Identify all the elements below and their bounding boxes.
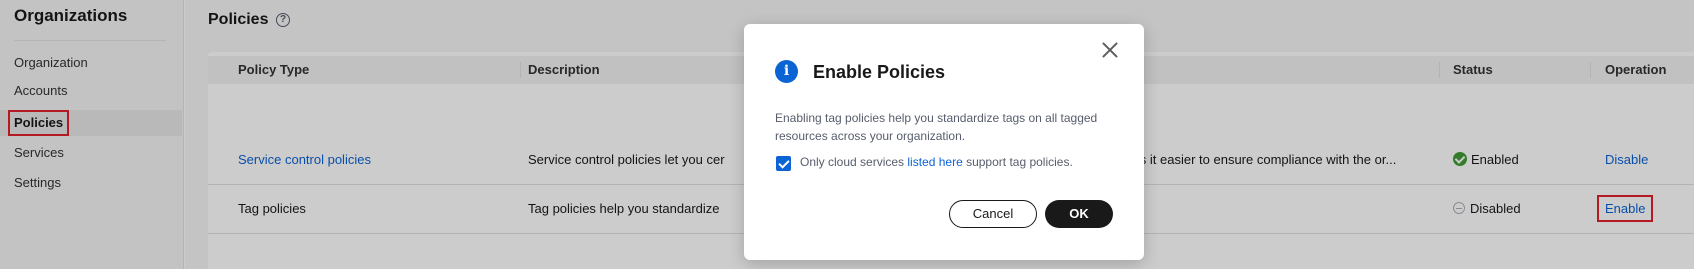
info-icon: i [775, 60, 798, 83]
checkbox-label-prefix: Only cloud services [800, 155, 908, 169]
cancel-button[interactable]: Cancel [949, 200, 1037, 228]
checkbox-label: Only cloud services listed here support … [800, 155, 1073, 169]
enable-policies-dialog: i Enable Policies Enabling tag policies … [744, 24, 1144, 260]
close-icon[interactable] [1100, 40, 1120, 60]
dialog-title: Enable Policies [813, 62, 946, 82]
confirm-checkbox[interactable] [776, 156, 791, 171]
listed-here-link[interactable]: listed here [907, 155, 962, 169]
ok-button[interactable]: OK [1045, 200, 1113, 228]
checkbox-label-suffix: support tag policies. [962, 155, 1073, 169]
dialog-message: Enabling tag policies help you standardi… [775, 111, 1098, 143]
